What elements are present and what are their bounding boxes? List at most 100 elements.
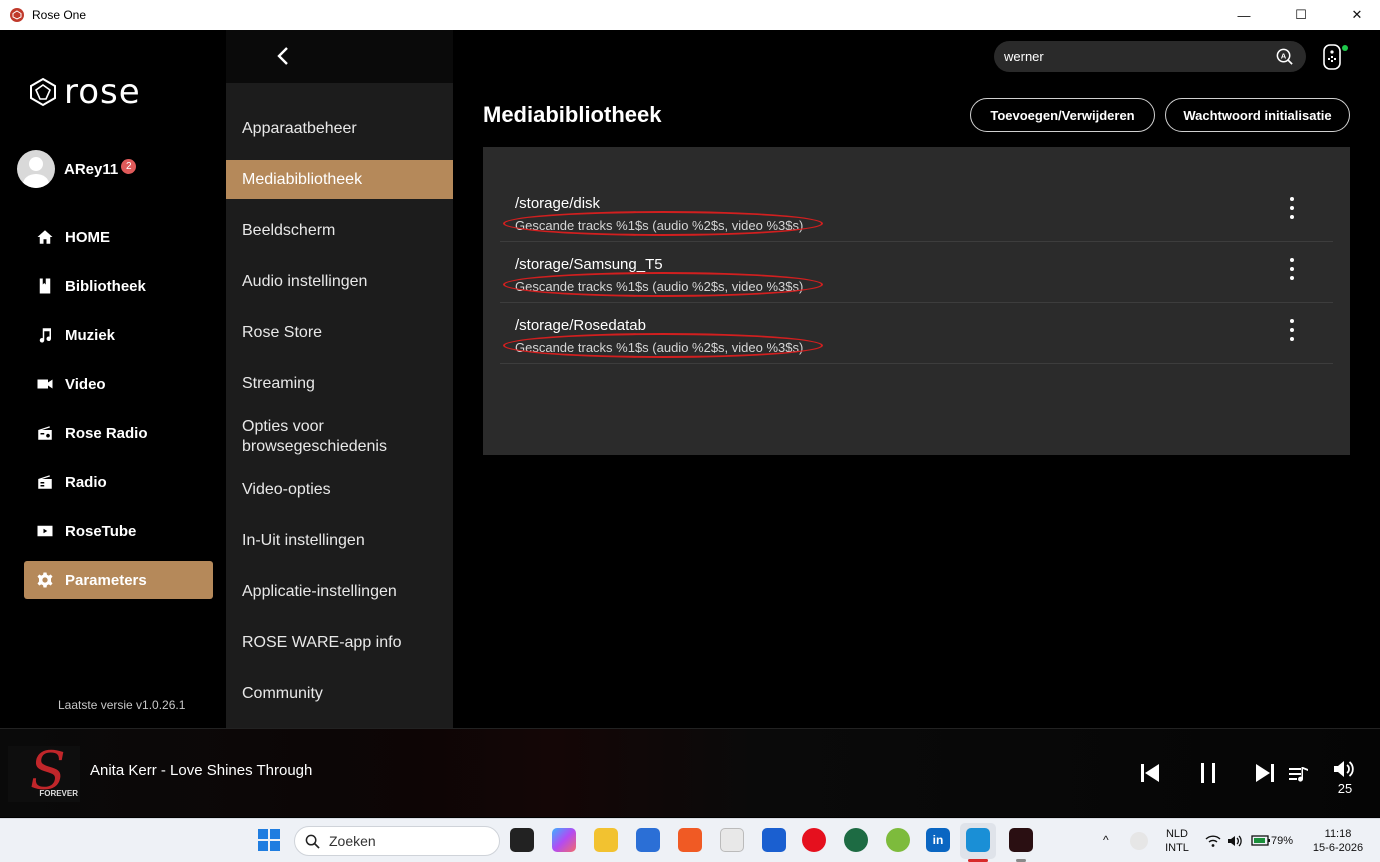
rose-app-icon[interactable] [1009,828,1033,852]
app-icon[interactable] [720,828,744,852]
windows-start-icon[interactable] [258,829,280,851]
password-init-button[interactable]: Wachtwoord initialisatie [1165,98,1350,132]
nav-item-rose-radio[interactable]: Rose Radio [24,414,213,452]
taskbar-search-label: Zoeken [329,833,376,849]
nav-item-label: Bibliotheek [65,277,146,295]
task-view-icon[interactable] [510,828,534,852]
storage-path: /storage/disk [515,195,601,212]
nav-item-label: Parameters [65,571,147,589]
file-explorer-icon[interactable] [594,828,618,852]
music-note-icon [36,326,54,344]
menu-item-audio-instellingen[interactable]: Audio instellingen [226,262,453,301]
album-art[interactable]: S FOREVER [8,746,80,802]
library-icon [36,277,54,295]
opera-icon[interactable] [802,828,826,852]
brave-browser-icon[interactable] [678,828,702,852]
menu-item-app-info[interactable]: ROSE WARE-app info [226,623,453,662]
remote-control-icon[interactable] [1322,44,1342,70]
volume-level: 25 [1337,781,1353,796]
annotation-circle [503,333,823,358]
player-bar: S FOREVER Anita Kerr - Love Shines Throu… [0,728,1380,817]
remote-desktop-icon[interactable] [966,828,990,852]
menu-item-browsegeschiedenis[interactable]: Opties voor browsegeschiedenis [226,415,453,458]
copilot-icon[interactable] [552,828,576,852]
rose-logo[interactable]: rose [28,72,141,112]
search-box[interactable]: A [994,41,1306,72]
storage-list-panel: /storage/disk Gescande tracks %1$s (audi… [483,147,1350,455]
keyboard-layout: INTL [1165,842,1189,854]
nav-item-muziek[interactable]: Muziek [24,316,213,354]
wifi-icon[interactable] [1205,834,1221,848]
notification-badge: 2 [121,158,137,174]
menu-item-applicatie[interactable]: Applicatie-instellingen [226,572,453,611]
close-button[interactable]: ✕ [1328,0,1380,30]
window-title: Rose One [32,8,87,22]
queue-icon[interactable] [1288,765,1310,785]
storage-row[interactable]: /storage/disk Gescande tracks %1$s (audi… [500,181,1333,242]
menu-item-mediabibliotheek[interactable]: Mediabibliotheek [226,160,453,199]
storage-path: /storage/Rosedatab [515,317,646,334]
minimize-button[interactable]: — [1215,0,1273,30]
storage-row[interactable]: /storage/Samsung_T5 Gescande tracks %1$s… [500,242,1333,303]
user-profile[interactable]: ARey11 2 [17,150,137,188]
nav-item-video[interactable]: Video [24,365,213,403]
svg-text:A: A [1281,51,1287,60]
home-icon [36,228,54,246]
microsoft-store-icon[interactable] [636,828,660,852]
page-title: Mediabibliotheek [483,102,662,127]
settings-menu-panel: Apparaatbeheer Mediabibliotheek Beeldsch… [226,30,453,728]
tray-chevron-icon[interactable]: ^ [1103,833,1109,847]
pause-icon[interactable] [1196,761,1220,785]
more-options-icon[interactable] [1284,258,1300,280]
clock-date: 15-6-2026 [1312,842,1364,854]
settings-header [226,30,453,83]
video-camera-icon [36,375,54,393]
app-icon[interactable] [886,828,910,852]
nav-item-rosetube[interactable]: RoseTube [24,512,213,550]
windows-taskbar: Zoeken in ^ NLD INTL 79% 11:18 15-6-2026 [0,818,1380,862]
annotation-circle [503,211,823,236]
rose-app-icon [10,8,24,22]
add-remove-button[interactable]: Toevoegen/Verwijderen [970,98,1155,132]
nav-item-label: HOME [65,228,110,246]
menu-item-streaming[interactable]: Streaming [226,364,453,403]
menu-item-rose-store[interactable]: Rose Store [226,313,453,352]
more-options-icon[interactable] [1284,197,1300,219]
menu-item-beeldscherm[interactable]: Beeldscherm [226,211,453,250]
rose-logo-icon [30,77,56,107]
storage-row[interactable]: /storage/Rosedatab Gescande tracks %1$s … [500,303,1333,364]
clock[interactable]: 11:18 15-6-2026 [1306,827,1370,855]
search-icon [305,834,320,849]
nav-item-home[interactable]: HOME [24,218,213,256]
nav-item-parameters[interactable]: Parameters [24,561,213,599]
previous-track-icon[interactable] [1138,761,1162,785]
back-arrow-icon[interactable] [272,44,296,68]
language-indicator[interactable]: NLD INTL [1160,827,1194,855]
tray-app-icon[interactable] [1130,832,1148,850]
more-options-icon[interactable] [1284,319,1300,341]
window-titlebar: Rose One — ☐ ✕ [0,0,1380,30]
main-nav: HOME Bibliotheek Muziek Video Rose Radio… [24,218,213,610]
menu-item-apparaatbeheer[interactable]: Apparaatbeheer [226,109,453,148]
radio-icon [36,473,54,491]
app-icon[interactable] [762,828,786,852]
logo-text: rose [64,72,141,112]
clock-time: 11:18 [1324,828,1352,840]
speaker-icon[interactable] [1227,834,1243,848]
maximize-button[interactable]: ☐ [1272,0,1330,30]
battery-icon[interactable] [1251,834,1271,847]
volume-icon[interactable] [1332,757,1356,781]
search-input[interactable] [1004,49,1264,64]
taskbar-search[interactable]: Zoeken [294,826,500,856]
linkedin-icon[interactable]: in [926,828,950,852]
search-icon[interactable]: A [1275,47,1294,66]
menu-item-in-uit[interactable]: In-Uit instellingen [226,521,453,560]
nav-item-bibliotheek[interactable]: Bibliotheek [24,267,213,305]
nav-item-radio[interactable]: Radio [24,463,213,501]
avatar [17,150,55,188]
now-playing-title[interactable]: Anita Kerr - Love Shines Through [90,762,312,779]
next-track-icon[interactable] [1253,761,1277,785]
menu-item-video-opties[interactable]: Video-opties [226,470,453,509]
menu-item-community[interactable]: Community [226,674,453,713]
opera-gx-icon[interactable] [844,828,868,852]
